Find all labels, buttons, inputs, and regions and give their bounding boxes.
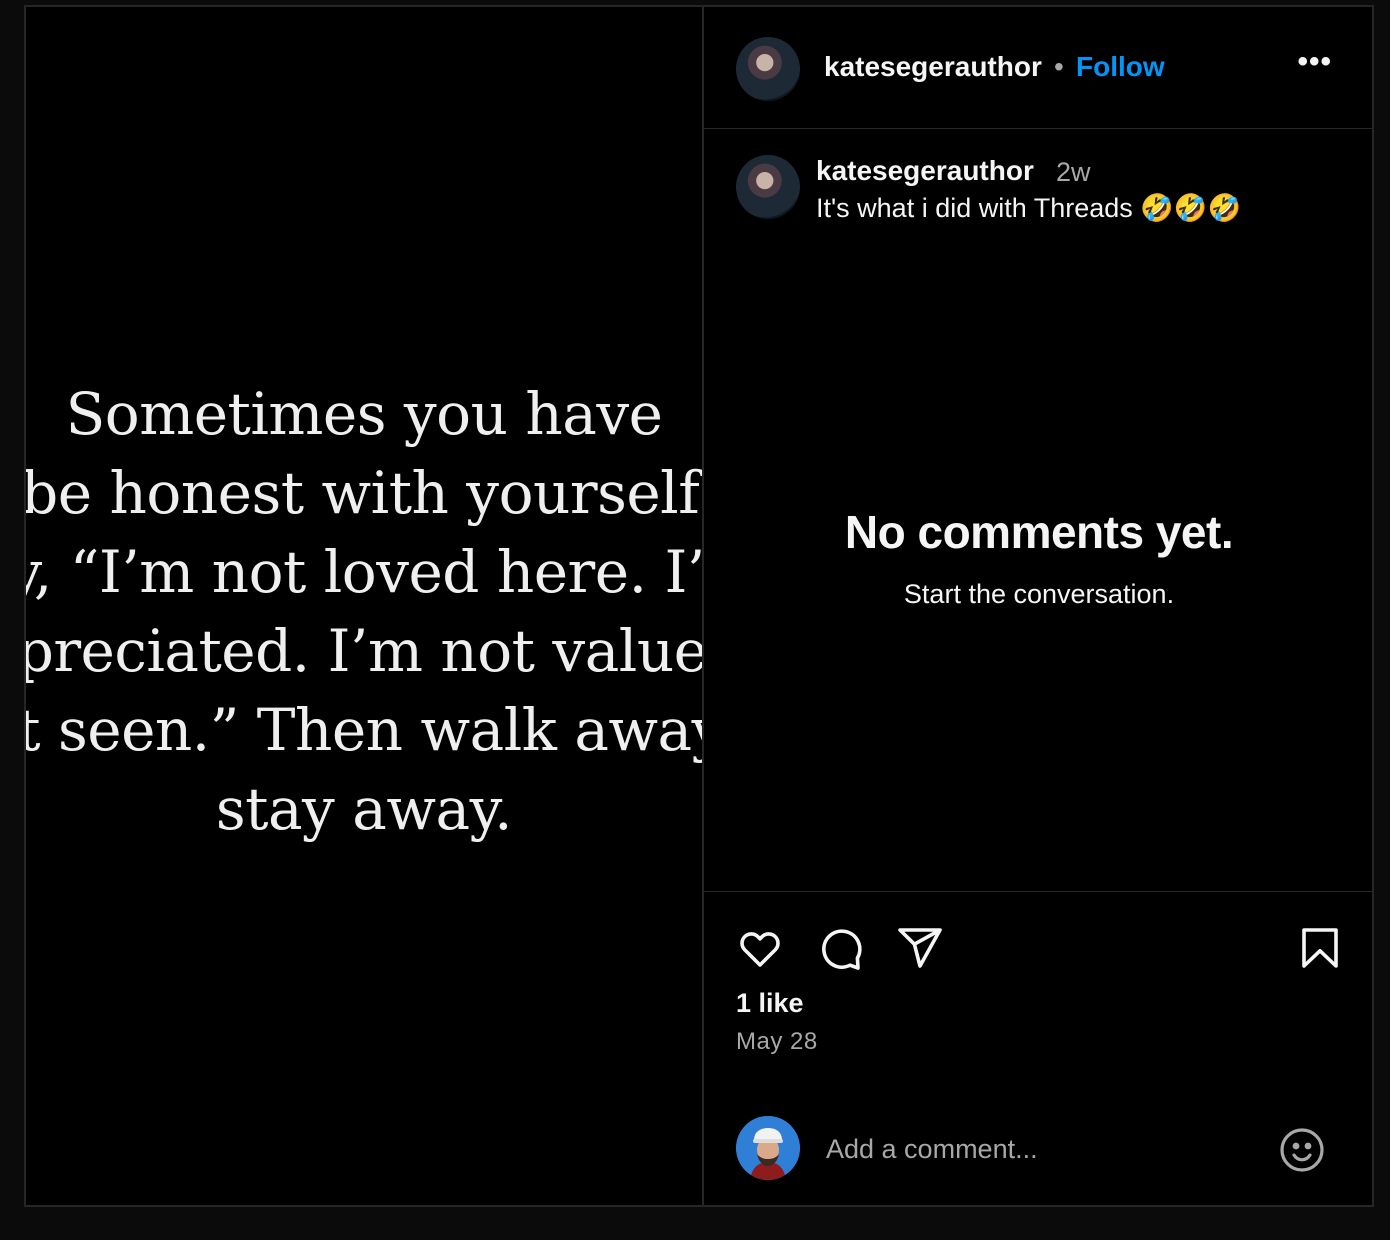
quote-line: appreciated. I’m not valued. I’m [26, 617, 702, 685]
author-avatar[interactable] [736, 37, 800, 101]
post-date[interactable]: May 28 [736, 1028, 818, 1056]
quote-line: say, “I’m not loved here. I’m not [26, 538, 702, 606]
caption-timestamp[interactable]: 2w [1056, 157, 1091, 188]
quote-line: stay away. [215, 775, 513, 843]
quote-line: to be honest with yourself and [26, 459, 702, 527]
comment-icon[interactable] [816, 924, 864, 972]
comment-input[interactable] [824, 1126, 1258, 1172]
quote-text: Sometimes you have to be honest with you… [26, 375, 702, 849]
likes-count[interactable]: 1 like [736, 988, 804, 1019]
caption-text: It's what i did with Threads 🤣🤣🤣 [816, 193, 1242, 223]
post-modal: Sometimes you have to be honest with you… [24, 5, 1374, 1207]
bookmark-icon[interactable] [1296, 924, 1344, 972]
post-header: katesegerauthor • Follow ••• [704, 7, 1374, 129]
follow-button[interactable]: Follow [1076, 51, 1165, 83]
empty-comments-subtitle: Start the conversation. [903, 579, 1175, 609]
caption-username[interactable]: katesegerauthor [816, 155, 1034, 187]
separator-dot: • [1054, 51, 1064, 82]
post-image: Sometimes you have to be honest with you… [26, 7, 702, 1205]
more-options-icon[interactable]: ••• [1297, 45, 1332, 79]
share-icon[interactable] [896, 924, 944, 972]
caption-avatar[interactable] [736, 155, 800, 219]
author-username[interactable]: katesegerauthor [824, 51, 1042, 83]
quote-line: not seen.” Then walk away, and [26, 696, 702, 764]
current-user-avatar [736, 1116, 800, 1180]
smiley-icon[interactable] [1278, 1126, 1326, 1174]
heart-icon[interactable] [736, 924, 784, 972]
empty-comments-title: No comments yet. [844, 506, 1234, 558]
post-details-panel: katesegerauthor • Follow ••• katesegerau… [702, 7, 1374, 1205]
post-actions: 1 like May 28 [704, 891, 1374, 1207]
quote-line: Sometimes you have [65, 380, 663, 448]
